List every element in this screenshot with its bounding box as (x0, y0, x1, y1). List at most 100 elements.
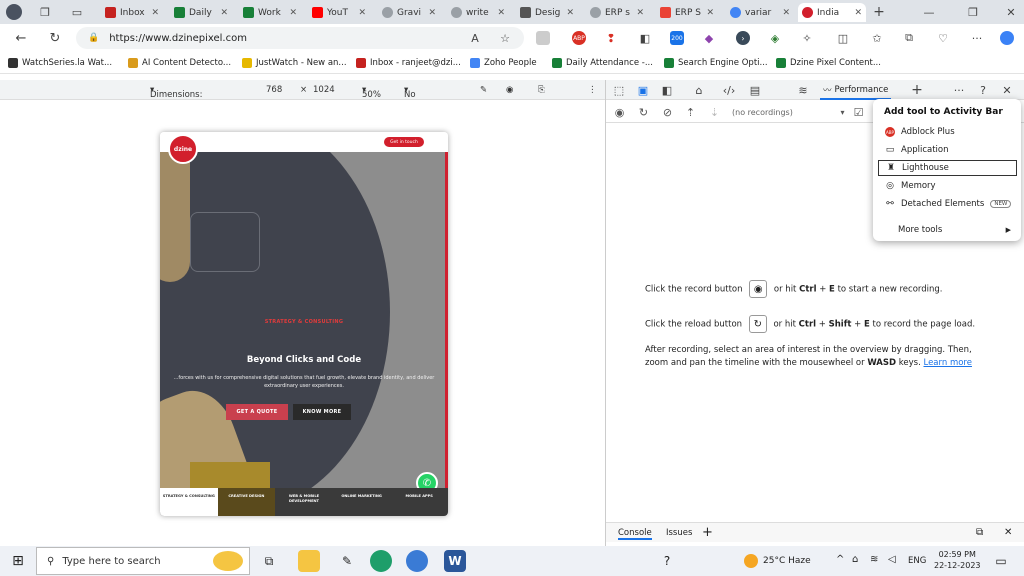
rotate-icon[interactable]: ⎘ (538, 85, 545, 95)
extension-icon[interactable]: ◈ (768, 31, 782, 45)
tab-actions-icon[interactable]: ▭ (70, 5, 84, 19)
close-window-icon[interactable]: ✕ (1004, 5, 1018, 19)
extension-icon[interactable]: › (736, 31, 750, 45)
bookmark[interactable]: Dzine Pixel Content... (776, 58, 881, 68)
network-wifi-icon[interactable]: ≋ (796, 83, 810, 97)
bookmark[interactable]: Daily Attendance -... (552, 58, 653, 68)
reload-record-icon[interactable]: ↻ (637, 106, 650, 119)
profile-avatar[interactable] (6, 4, 22, 20)
drawer-tab-issues[interactable]: Issues (666, 528, 692, 538)
elements-code-icon[interactable]: ‹/› (722, 83, 736, 97)
volume-icon[interactable]: ◁ (888, 554, 896, 565)
file-explorer-icon[interactable] (298, 550, 320, 572)
workspaces-icon[interactable]: ❐ (38, 5, 52, 19)
chrome-icon[interactable] (406, 550, 428, 572)
minimize-icon[interactable]: — (922, 5, 936, 19)
split-screen-icon[interactable]: ◫ (836, 31, 850, 45)
pen-icon[interactable]: ✎ (480, 85, 487, 95)
menu-item-application[interactable]: ▭ Application (878, 142, 1017, 158)
reload-icon[interactable]: ↻ (48, 31, 62, 46)
learn-more-link[interactable]: Learn more (923, 358, 971, 368)
bookmark[interactable]: AI Content Detecto... (128, 58, 231, 68)
service-tab[interactable]: ONLINE MARKETING (333, 488, 391, 516)
close-icon[interactable]: ✕ (428, 8, 436, 18)
bookmark[interactable]: WatchSeries.la Wat... (8, 58, 112, 68)
task-view-icon[interactable]: ⧉ (258, 550, 280, 572)
bookmark[interactable]: Zoho People (470, 58, 537, 68)
throttle-select[interactable]: No throttling ▾ (404, 85, 443, 110)
zoom-select[interactable]: 50% ▾ (362, 85, 381, 100)
get-in-touch-button[interactable]: Get in touch (384, 137, 424, 147)
restore-icon[interactable]: ❐ (966, 5, 980, 19)
read-aloud-icon[interactable]: A (468, 31, 482, 45)
record-icon[interactable]: ◉ (613, 106, 626, 119)
service-tab[interactable]: CREATIVE DESIGN (217, 488, 276, 516)
browser-tab[interactable]: Gravi ✕ (378, 3, 440, 22)
close-icon[interactable]: ✕ (636, 8, 644, 18)
favorites-icon[interactable]: ✩ (870, 31, 884, 45)
browser-tab[interactable]: Desig ✕ (516, 3, 578, 22)
add-tool-icon[interactable]: + (910, 82, 924, 98)
network-icon[interactable]: ⌂ (852, 554, 858, 565)
recordings-dropdown-icon[interactable]: ▾ (836, 106, 849, 119)
performance-icon[interactable]: ♡ (936, 31, 950, 45)
browser-tab[interactable]: ERP s ✕ (586, 3, 648, 22)
browser-tab-active[interactable]: India ✕ (798, 3, 866, 22)
extension-icon[interactable] (536, 31, 550, 45)
dock-drawer-icon[interactable]: ⧉ (976, 527, 983, 538)
browser-tab[interactable]: YouT ✕ (308, 3, 370, 22)
browser-tab[interactable]: variar ✕ (726, 3, 794, 22)
screenshots-checkbox[interactable]: ☑ (852, 106, 865, 119)
close-drawer-icon[interactable]: ✕ (1004, 527, 1012, 538)
favorite-star-icon[interactable]: ☆ (498, 31, 512, 45)
bookmark[interactable]: Inbox - ranjeet@dzi... (356, 58, 461, 68)
reload-button-icon[interactable]: ↻ (748, 315, 767, 333)
get-quote-button[interactable]: GET A QUOTE (226, 404, 288, 420)
close-icon[interactable]: ✕ (706, 8, 714, 18)
bookmark[interactable]: Search Engine Opti... (664, 58, 768, 68)
address-bar[interactable]: 🔒 https://www.dzinepixel.com (76, 27, 524, 49)
tab-performance[interactable]: 〰 Performance (820, 82, 892, 100)
device-select[interactable]: Dimensions: iPad Mini ▾ (150, 85, 202, 110)
menu-item-lighthouse[interactable]: ♜ Lighthouse (878, 160, 1017, 176)
taskbar-search[interactable]: ⚲ Type here to search (36, 547, 250, 575)
help-icon[interactable]: ? (976, 83, 990, 97)
console-icon[interactable]: ▤ (748, 83, 762, 97)
download-icon[interactable]: ⇣ (708, 106, 721, 119)
extension-icon[interactable]: ❢ (604, 31, 618, 45)
device-toggle-icon[interactable]: ▣ (636, 83, 650, 97)
menu-item-adblock[interactable]: ABP Adblock Plus (878, 124, 1017, 140)
browser-tab[interactable]: ERP S ✕ (656, 3, 718, 22)
service-tab[interactable]: MOBILE APPS (390, 488, 448, 516)
recordings-select[interactable]: (no recordings) (732, 108, 793, 117)
drawer-tab-console[interactable]: Console (618, 528, 652, 540)
browser-tab[interactable]: Inbox ✕ (101, 3, 163, 22)
bookmark[interactable]: JustWatch - New an... (242, 58, 347, 68)
back-icon[interactable]: ← (14, 31, 28, 46)
weather-widget[interactable]: 25°C Haze (744, 554, 811, 568)
close-icon[interactable]: ✕ (782, 8, 790, 18)
collections-icon[interactable]: ⧉ (902, 31, 916, 45)
close-icon[interactable]: ✕ (566, 8, 574, 18)
close-icon[interactable]: ✕ (220, 8, 228, 18)
close-devtools-icon[interactable]: ✕ (1000, 83, 1014, 97)
site-logo[interactable]: dzine (168, 134, 198, 164)
service-tab[interactable]: STRATEGY & CONSULTING (160, 488, 218, 516)
close-icon[interactable]: ✕ (854, 8, 862, 18)
inspect-element-icon[interactable]: ⬚ (612, 83, 626, 97)
sensor-icon[interactable]: ◉ (506, 85, 513, 95)
menu-item-memory[interactable]: ◎ Memory (878, 178, 1017, 194)
height-input[interactable]: 1024 (313, 85, 335, 95)
close-icon[interactable]: ✕ (289, 8, 297, 18)
notifications-icon[interactable]: ▭ (990, 550, 1012, 572)
menu-item-more-tools[interactable]: More tools ▶ (878, 222, 1017, 238)
width-input[interactable]: 768 (266, 85, 282, 95)
dock-icon[interactable]: ◧ (660, 83, 674, 97)
adblock-icon[interactable]: ABP (572, 31, 586, 45)
device-more-icon[interactable]: ⋮ (588, 85, 597, 95)
word-icon[interactable]: W (444, 550, 466, 572)
welcome-home-icon[interactable]: ⌂ (692, 83, 706, 97)
new-tab-icon[interactable]: + (872, 4, 886, 20)
extensions-puzzle-icon[interactable]: ✧ (800, 31, 814, 45)
wifi-icon[interactable]: ≋ (870, 554, 878, 565)
